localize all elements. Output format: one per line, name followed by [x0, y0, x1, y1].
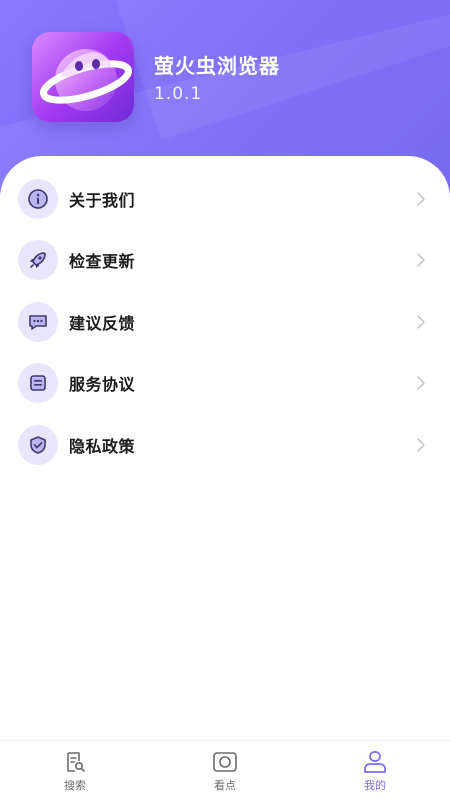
menu-item-feedback[interactable]: 建议反馈 [0, 291, 450, 353]
chevron-right-icon [417, 253, 425, 268]
screen: 萤火虫浏览器 1.0.1 关于我们 检查更新 建议反馈 服务协议 隐私政策 搜索… [0, 0, 450, 800]
bottom-navigation: 搜索 看点 我的 [0, 740, 450, 800]
settings-card: 关于我们 检查更新 建议反馈 服务协议 隐私政策 [0, 156, 450, 741]
menu-item-check-update[interactable]: 检查更新 [0, 230, 450, 292]
app-name: 萤火虫浏览器 [154, 54, 280, 78]
chevron-right-icon [417, 376, 425, 391]
settings-menu: 关于我们 检查更新 建议反馈 服务协议 隐私政策 [0, 168, 450, 476]
nav-tab-search[interactable]: 搜索 [0, 741, 150, 800]
nav-label: 搜索 [64, 779, 86, 792]
info-icon [18, 178, 58, 219]
chat-icon [18, 301, 58, 342]
menu-item-privacy-policy[interactable]: 隐私政策 [0, 414, 450, 476]
shield-check-icon [18, 424, 58, 465]
search-doc-icon [67, 752, 85, 772]
menu-item-about[interactable]: 关于我们 [0, 168, 450, 230]
app-logo-icon [32, 32, 134, 122]
menu-item-service-agreement[interactable]: 服务协议 [0, 353, 450, 415]
user-icon [364, 751, 386, 773]
chevron-right-icon [417, 437, 425, 452]
chevron-right-icon [417, 191, 425, 206]
menu-item-label: 服务协议 [69, 375, 136, 395]
menu-item-label: 隐私政策 [69, 436, 136, 456]
chevron-right-icon [417, 314, 425, 329]
nav-label: 看点 [214, 779, 236, 792]
menu-item-label: 建议反馈 [69, 313, 136, 333]
nav-tab-mine[interactable]: 我的 [300, 741, 450, 800]
menu-item-label: 关于我们 [69, 190, 136, 210]
document-icon [18, 363, 58, 404]
rocket-icon [18, 240, 58, 281]
menu-item-label: 检查更新 [69, 252, 136, 272]
nav-tab-watch[interactable]: 看点 [150, 741, 300, 800]
app-version: 1.0.1 [154, 84, 203, 104]
nav-label: 我的 [364, 779, 386, 792]
camera-icon [213, 752, 237, 772]
